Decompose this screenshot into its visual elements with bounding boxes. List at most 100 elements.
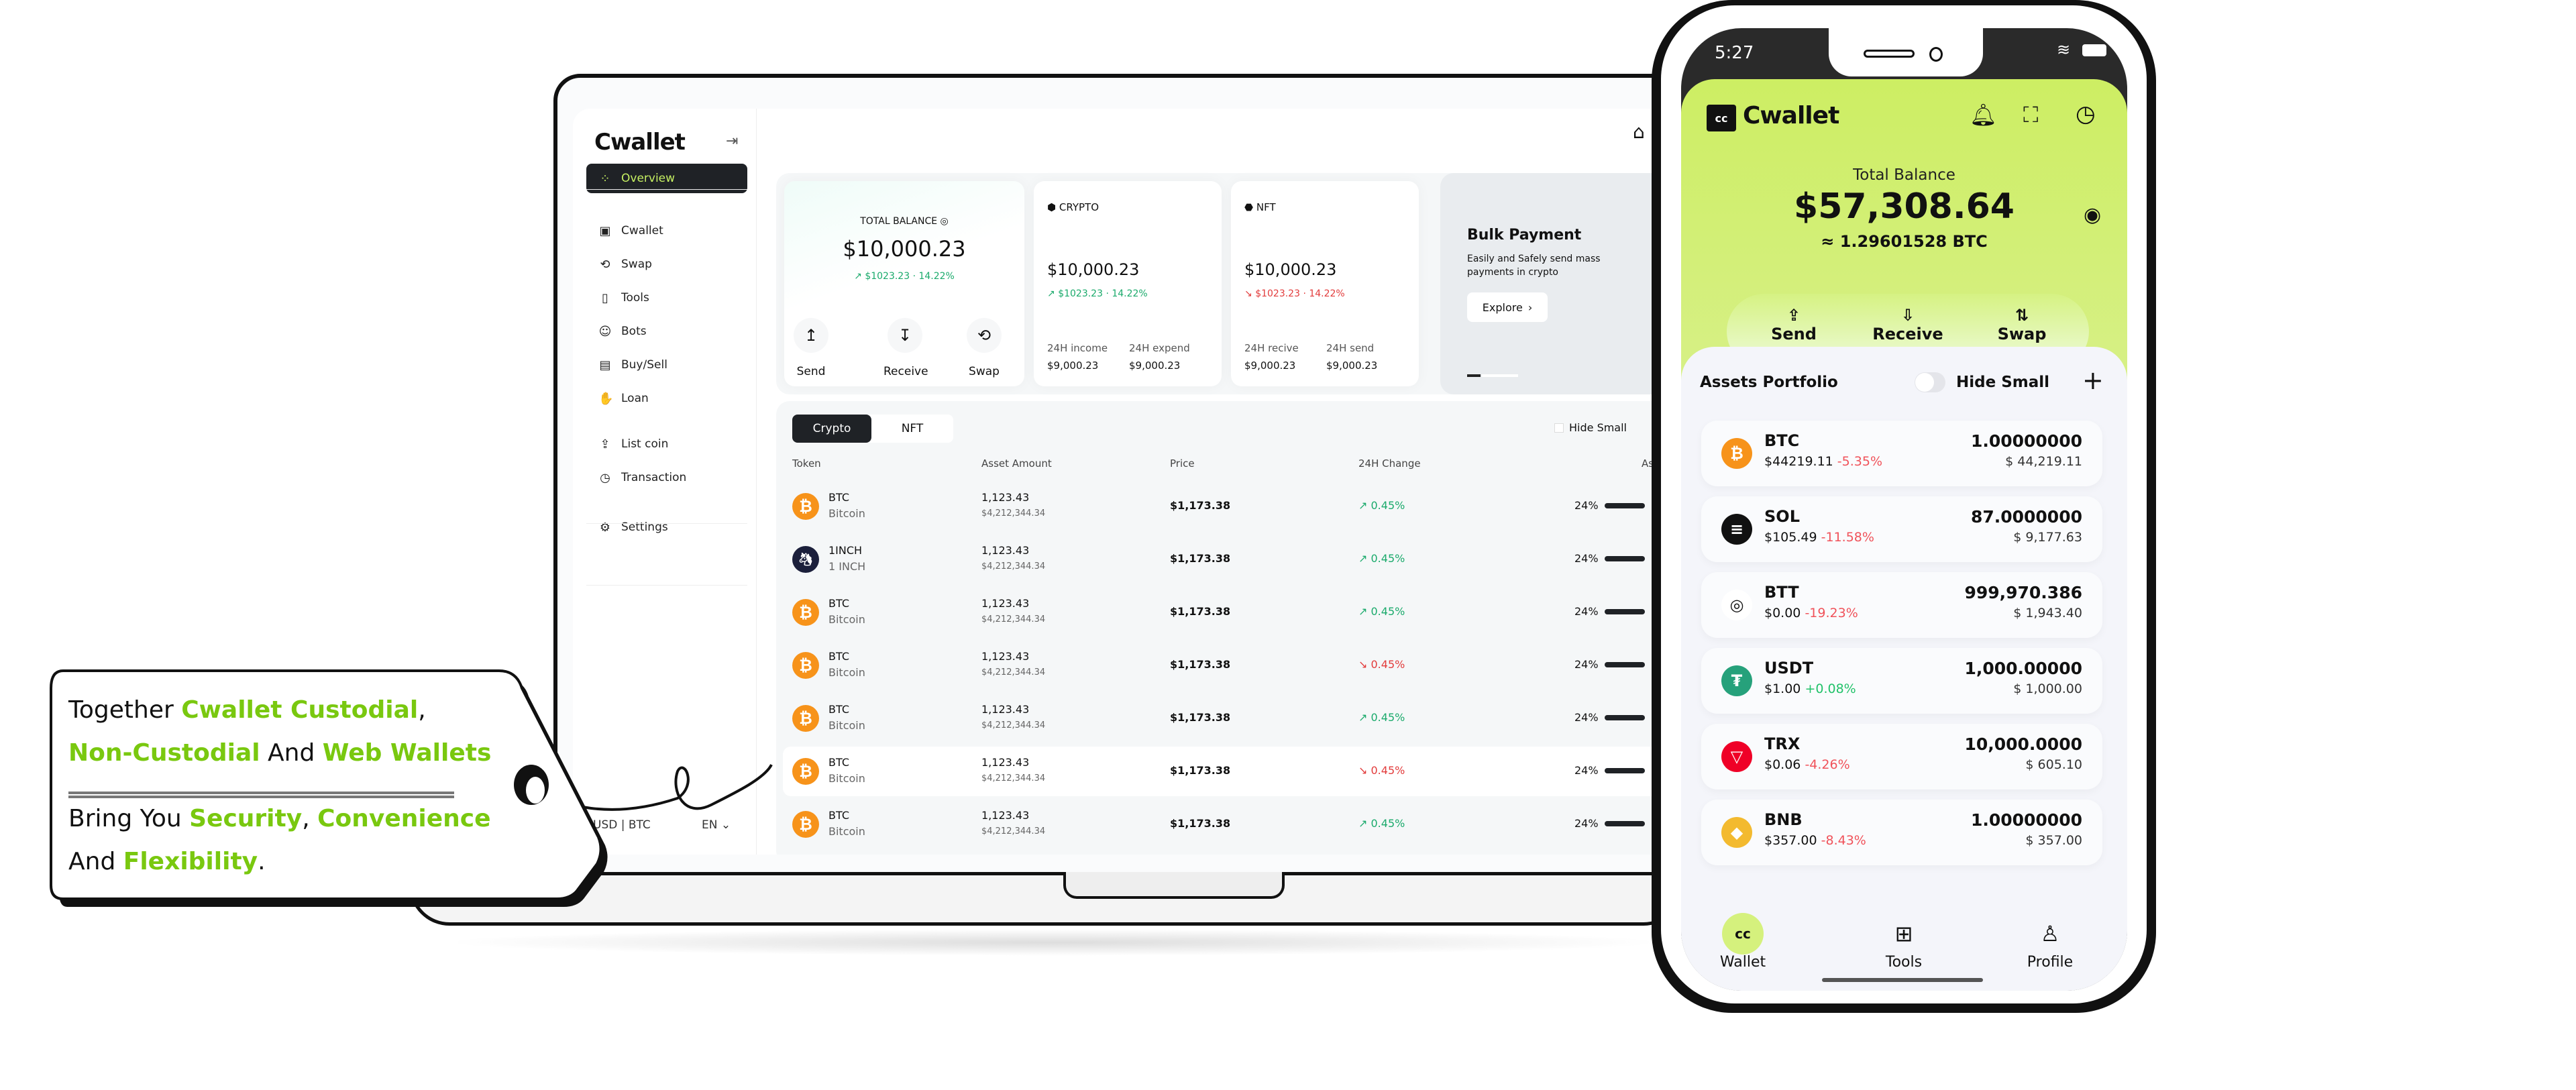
asset-row-btt[interactable]: ◎ BTT $0.00 -19.23% 999,970.386 $ 1,943.40 bbox=[1701, 572, 2102, 638]
nav-wallet[interactable]: cc Wallet bbox=[1696, 913, 1790, 971]
text: . bbox=[258, 848, 266, 875]
asset-value: $ 605.10 bbox=[2025, 757, 2082, 772]
eye-icon[interactable]: ◉ bbox=[2084, 203, 2101, 227]
stat-value: $9,000.23 bbox=[1129, 360, 1181, 372]
token-name: Bitcoin bbox=[828, 825, 865, 838]
price-change: -11.58% bbox=[1821, 530, 1874, 545]
table-row[interactable]: ₿ BTC Bitcoin 1,123.43 $4,212,344.34 $1,173.3… bbox=[783, 694, 1686, 743]
phone-notch bbox=[1829, 28, 1983, 76]
logo: Cwallet bbox=[594, 129, 686, 156]
price-value: $0.06 bbox=[1764, 757, 1801, 772]
sidebar-item-label: Loan bbox=[621, 392, 649, 405]
bulk-payment-banner[interactable]: Bulk Payment Easily and Safely send mass… bbox=[1440, 173, 1686, 394]
hide-small-switch[interactable] bbox=[1915, 372, 1945, 392]
asset-price: $0.00 -19.23% bbox=[1764, 606, 1858, 620]
asset-row-trx[interactable]: ▽ TRX $0.06 -4.26% 10,000.0000 $ 605.10 bbox=[1701, 724, 2102, 789]
arrow-up-right-icon: ↗ bbox=[1358, 499, 1368, 512]
table-row[interactable]: ₿ BTC Bitcoin 1,123.43 $4,212,344.34 $1,173.3… bbox=[783, 588, 1686, 637]
swap-icon: ⇅ bbox=[2015, 306, 2029, 325]
laptop-shadow bbox=[443, 929, 1664, 956]
swap-button[interactable]: ⇅ Swap bbox=[1982, 306, 2062, 343]
total-balance-card: TOTAL BALANCE ◎ $10,000.23 ↗ $1023.23 · … bbox=[784, 181, 1024, 386]
sidebar-item-loan[interactable]: ✋ Loan bbox=[586, 384, 747, 413]
allocation-bar bbox=[1605, 662, 1645, 667]
status-time: 5:27 bbox=[1715, 43, 1754, 63]
gear-icon: ⚙ bbox=[599, 520, 611, 535]
explore-button[interactable]: Explore › bbox=[1467, 292, 1548, 322]
table-row[interactable]: ₿ BTC Bitcoin 1,123.43 $4,212,344.34 $1,173.3… bbox=[783, 482, 1686, 531]
collapse-sidebar-icon[interactable]: ⇥ bbox=[726, 133, 738, 150]
asset-row-sol[interactable]: ≡ SOL $105.49 -11.58% 87.0000000 $ 9,177.63 bbox=[1701, 496, 2102, 562]
change-value: 0.45% bbox=[1371, 552, 1405, 565]
sidebar-item-list-coin[interactable]: ⇪ List coin bbox=[586, 429, 747, 459]
sidebar-item-tools[interactable]: ▯ Tools bbox=[586, 283, 747, 313]
swap-button[interactable]: ⟲ Swap bbox=[964, 318, 1004, 378]
price-value: $44219.11 bbox=[1764, 454, 1833, 469]
sidebar-item-settings[interactable]: ⚙ Settings bbox=[586, 512, 747, 542]
chevron-right-icon: › bbox=[1527, 301, 1533, 314]
eye-icon[interactable]: ◎ bbox=[941, 216, 949, 227]
asset-row-bnb[interactable]: ◆ BNB $357.00 -8.43% 1.00000000 $ 357.00 bbox=[1701, 800, 2102, 865]
trx-icon: ▽ bbox=[1721, 741, 1752, 772]
bitcoin-icon: ₿ bbox=[792, 758, 819, 785]
summary-section: TOTAL BALANCE ◎ $10,000.23 ↗ $1023.23 · … bbox=[776, 173, 1686, 394]
change: ↘ 0.45% bbox=[1358, 764, 1405, 777]
scan-icon[interactable]: ⛶ bbox=[2023, 102, 2038, 128]
nft-card[interactable]: ⬣ NFT $10,000.23 ↘ $1023.23 · 14.22% 24H… bbox=[1231, 181, 1419, 386]
promo-title: Bulk Payment bbox=[1467, 227, 1582, 243]
sidebar-item-transaction[interactable]: ◷ Transaction bbox=[586, 463, 747, 492]
add-icon[interactable]: + bbox=[2082, 366, 2104, 395]
profile-icon: ♙ bbox=[2040, 921, 2060, 946]
text: Together bbox=[68, 696, 182, 724]
assets-table-panel: Crypto NFT Hide Small Ma Token Asset Amo… bbox=[776, 401, 1686, 855]
change: ↗ 0.45% bbox=[1358, 817, 1405, 830]
hide-small-toggle[interactable]: Hide Small bbox=[1554, 421, 1627, 434]
asset-amount-usd: $4,212,344.34 bbox=[981, 720, 1046, 730]
home-indicator[interactable] bbox=[1822, 978, 1983, 982]
change-value: 0.45% bbox=[1371, 658, 1405, 671]
token-symbol: BTC bbox=[828, 809, 849, 822]
explore-label: Explore bbox=[1482, 301, 1523, 314]
table-row[interactable]: ₿ BTC Bitcoin 1,123.43 $4,212,344.34 $1,173.3… bbox=[783, 747, 1686, 796]
send-button[interactable]: ↥ Send bbox=[791, 318, 831, 378]
sidebar-item-label: Swap bbox=[621, 258, 652, 271]
asset-value: $ 357.00 bbox=[2025, 833, 2082, 848]
send-button[interactable]: ⇪ Send bbox=[1754, 306, 1834, 343]
carousel-dot-active[interactable] bbox=[1467, 374, 1481, 377]
highlight: Web Wallets bbox=[322, 739, 492, 767]
tab-nft[interactable]: NFT bbox=[873, 415, 952, 443]
allocation-percent: 24% bbox=[1574, 764, 1599, 777]
table-row[interactable]: 🦄︎ 1INCH 1 INCH 1,123.43 $4,212,344.34 $1,173… bbox=[783, 535, 1686, 584]
stat-label: 24H expend bbox=[1129, 342, 1190, 354]
token-symbol: BTC bbox=[828, 703, 849, 716]
bell-icon[interactable]: 🔔︎ bbox=[1970, 102, 1997, 127]
loan-icon: ✋ bbox=[598, 391, 614, 406]
nav-tools[interactable]: ⊞ Tools bbox=[1857, 914, 1951, 971]
carousel-dots[interactable] bbox=[1482, 374, 1518, 377]
checkbox[interactable] bbox=[1554, 423, 1564, 433]
asset-symbol: SOL bbox=[1764, 507, 1800, 526]
table-row[interactable]: ₿ BTC Bitcoin 1,123.43 $4,212,344.34 $1,173.3… bbox=[783, 641, 1686, 690]
column-header: Token bbox=[792, 457, 821, 470]
receive-button[interactable]: ↧ Receive bbox=[883, 318, 928, 378]
table-row[interactable]: ₿ BTC Bitcoin 1,123.43 $4,212,344.34 $1,173.3… bbox=[783, 800, 1686, 849]
asset-row-btc[interactable]: ₿ BTC $44219.11 -5.35% 1.00000000 $ 44,219.1… bbox=[1701, 421, 2102, 486]
sidebar-item-cwallet[interactable]: ▣ Cwallet bbox=[586, 216, 747, 246]
nft-value: $10,000.23 bbox=[1244, 260, 1337, 279]
receive-button[interactable]: ⇩ Receive bbox=[1868, 306, 1948, 343]
token-name: Bitcoin bbox=[828, 507, 865, 520]
asset-row-usdt[interactable]: ₮ USDT $1.00 +0.08% 1,000.00000 $ 1,000.00 bbox=[1701, 648, 2102, 714]
sidebar-item-swap[interactable]: ⟲ Swap bbox=[586, 250, 747, 279]
crypto-card[interactable]: ⬢ CRYPTO $10,000.23 ↗ $1023.23 · 14.22% … bbox=[1034, 181, 1222, 386]
home-icon[interactable]: ⌂ bbox=[1633, 121, 1645, 143]
sidebar-item-buy-sell[interactable]: ▤ Buy/Sell bbox=[586, 350, 747, 380]
usdt-icon: ₮ bbox=[1721, 665, 1752, 696]
history-icon[interactable]: ◷ bbox=[2076, 101, 2096, 127]
sidebar-item-label: Settings bbox=[621, 521, 668, 534]
change-text: $1023.23 · 14.22% bbox=[1058, 288, 1148, 299]
tab-crypto[interactable]: Crypto bbox=[792, 415, 871, 443]
nft-icon: ⬣ bbox=[1244, 201, 1254, 213]
nav-profile[interactable]: ♙ Profile bbox=[2003, 914, 2097, 971]
sidebar-item-label: Transaction bbox=[621, 471, 687, 484]
sidebar-item-bots[interactable]: ☺ Bots bbox=[586, 317, 747, 346]
